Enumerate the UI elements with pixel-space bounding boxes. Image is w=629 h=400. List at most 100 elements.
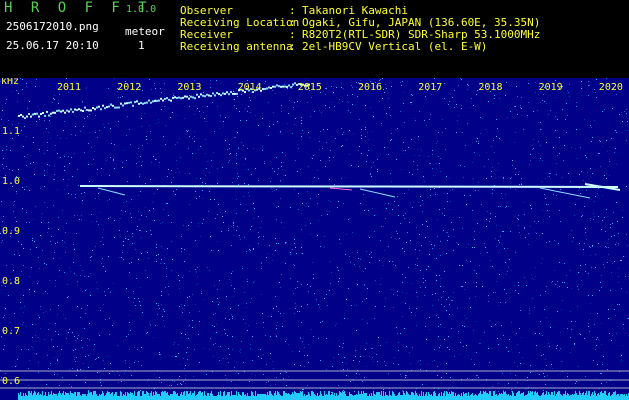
noise-speckle	[588, 81, 589, 82]
noise-speckle	[343, 369, 344, 370]
noise-speckle	[366, 343, 367, 344]
noise-speckle	[202, 182, 203, 183]
noise-speckle	[600, 373, 601, 374]
noise-speckle	[506, 347, 507, 348]
noise-speckle	[400, 82, 401, 83]
noise-speckle	[238, 147, 239, 148]
noise-speckle	[164, 106, 165, 107]
noise-speckle	[426, 269, 427, 270]
noise-speckle	[28, 385, 29, 386]
noise-speckle	[451, 300, 452, 301]
noise-speckle	[492, 189, 493, 190]
floor-bar	[616, 395, 617, 400]
noise-speckle	[564, 145, 565, 146]
noise-speckle	[64, 154, 65, 155]
noise-speckle	[151, 234, 152, 235]
noise-speckle	[231, 381, 232, 382]
floor-bar	[31, 391, 32, 400]
noise-speckle	[363, 271, 364, 272]
noise-speckle	[477, 138, 478, 139]
noise-speckle	[484, 166, 485, 167]
noise-speckle	[297, 311, 298, 312]
noise-speckle	[150, 230, 151, 231]
noise-speckle	[17, 359, 18, 360]
noise-speckle	[312, 158, 313, 159]
rising-trace-point	[136, 100, 138, 103]
noise-speckle	[535, 333, 536, 334]
floor-bar	[580, 393, 581, 400]
noise-speckle	[356, 82, 357, 83]
noise-speckle	[268, 135, 269, 136]
noise-speckle	[308, 206, 309, 207]
noise-speckle	[562, 177, 563, 178]
noise-speckle	[139, 219, 140, 220]
noise-speckle	[258, 125, 259, 126]
noise-speckle	[494, 98, 495, 99]
rising-trace-point	[234, 92, 236, 95]
noise-speckle	[579, 188, 580, 189]
noise-speckle	[175, 356, 176, 357]
noise-speckle	[532, 278, 533, 279]
noise-speckle	[161, 109, 162, 110]
noise-speckle	[132, 236, 133, 237]
floor-bar	[257, 394, 258, 400]
noise-speckle	[358, 150, 359, 151]
noise-speckle	[199, 196, 200, 197]
rising-trace-point	[156, 99, 158, 102]
noise-speckle	[118, 121, 119, 122]
noise-speckle	[597, 364, 598, 365]
noise-speckle	[319, 149, 320, 150]
floor-bar	[242, 392, 243, 400]
floor-bar	[85, 394, 86, 400]
noise-speckle	[285, 155, 286, 156]
noise-speckle	[301, 247, 302, 248]
noise-speckle	[127, 181, 128, 182]
noise-speckle	[51, 236, 52, 237]
noise-speckle	[47, 172, 48, 173]
noise-speckle	[170, 117, 171, 118]
noise-speckle	[74, 273, 75, 274]
noise-speckle	[468, 244, 469, 245]
noise-speckle	[366, 298, 367, 299]
floor-bar	[266, 395, 267, 400]
floor-bar	[41, 395, 42, 400]
noise-speckle	[374, 231, 375, 232]
noise-speckle	[58, 334, 59, 335]
noise-speckle	[246, 251, 247, 252]
floor-bar	[605, 391, 606, 400]
noise-speckle	[161, 311, 162, 312]
floor-bar	[72, 393, 73, 400]
floor-bar	[438, 394, 439, 400]
noise-speckle	[110, 292, 111, 293]
noise-speckle	[344, 318, 345, 319]
noise-speckle	[607, 151, 608, 152]
noise-speckle	[80, 369, 81, 370]
floor-bar	[409, 395, 410, 400]
floor-bar	[326, 394, 327, 400]
floor-bar	[342, 391, 343, 400]
noise-speckle	[311, 157, 312, 158]
noise-speckle	[215, 343, 216, 344]
noise-speckle	[54, 252, 55, 253]
floor-bar	[464, 394, 465, 400]
noise-speckle	[198, 226, 199, 227]
noise-speckle	[430, 163, 431, 164]
noise-speckle	[147, 139, 148, 140]
noise-speckle	[307, 385, 308, 386]
noise-speckle	[465, 282, 466, 283]
noise-speckle	[428, 266, 429, 267]
noise-speckle	[493, 292, 494, 293]
noise-speckle	[285, 242, 286, 243]
noise-speckle	[501, 325, 502, 326]
noise-speckle	[22, 187, 23, 188]
noise-speckle	[502, 198, 503, 199]
noise-speckle	[562, 282, 563, 283]
floor-bar	[535, 391, 536, 400]
noise-speckle	[546, 142, 547, 143]
noise-speckle	[290, 207, 291, 208]
noise-speckle	[57, 189, 58, 190]
noise-speckle	[168, 108, 169, 109]
floor-bar	[150, 393, 151, 400]
noise-speckle	[258, 243, 259, 244]
noise-speckle	[26, 326, 27, 327]
